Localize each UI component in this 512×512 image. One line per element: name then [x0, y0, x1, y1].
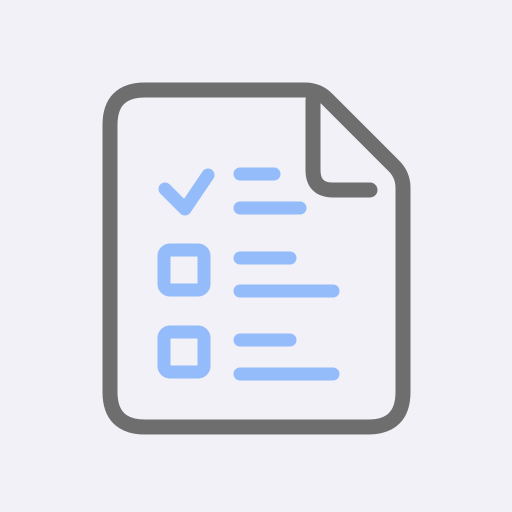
- checklist-document-icon: [0, 0, 512, 512]
- icon-canvas: [0, 0, 512, 512]
